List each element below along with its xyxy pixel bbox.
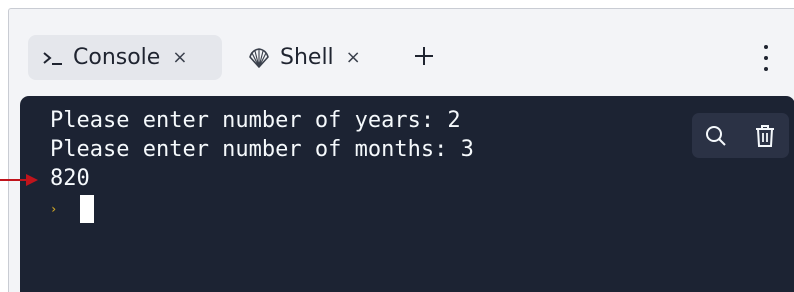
text-cursor[interactable]: [80, 195, 94, 223]
console-prompt[interactable]: ›: [50, 193, 474, 225]
tab-shell-label: Shell: [280, 45, 334, 70]
search-icon: [706, 125, 726, 146]
tab-console[interactable]: Console ×: [28, 35, 222, 80]
clear-console-button[interactable]: [745, 116, 785, 156]
tab-console-close-icon[interactable]: ×: [172, 47, 187, 68]
trash-icon: [755, 124, 774, 147]
more-vertical-icon[interactable]: [761, 45, 771, 71]
console-output: Please enter number of years: 2 Please e…: [50, 106, 474, 225]
tab-strip: Console × Shell ×: [9, 9, 794, 99]
output-line: 820: [50, 166, 90, 191]
output-line: Please enter number of years: 2: [50, 108, 461, 133]
workspace-panel: Console × Shell × Please enter number of…: [8, 8, 794, 292]
tab-shell[interactable]: Shell ×: [247, 35, 361, 80]
tab-shell-close-icon[interactable]: ×: [346, 47, 361, 68]
prompt-chevron-icon: ›: [50, 201, 58, 216]
annotation-arrow-icon: [0, 174, 38, 186]
console-toolbar: [692, 113, 789, 158]
plus-icon: [415, 47, 433, 65]
tab-console-label: Console: [73, 45, 161, 70]
console-output-area[interactable]: Please enter number of years: 2 Please e…: [20, 96, 794, 292]
console-prompt-icon: [42, 49, 64, 67]
search-button[interactable]: [696, 116, 736, 156]
shell-icon: [247, 47, 271, 69]
output-line: Please enter number of months: 3: [50, 137, 474, 162]
add-tab-button[interactable]: [410, 42, 438, 70]
